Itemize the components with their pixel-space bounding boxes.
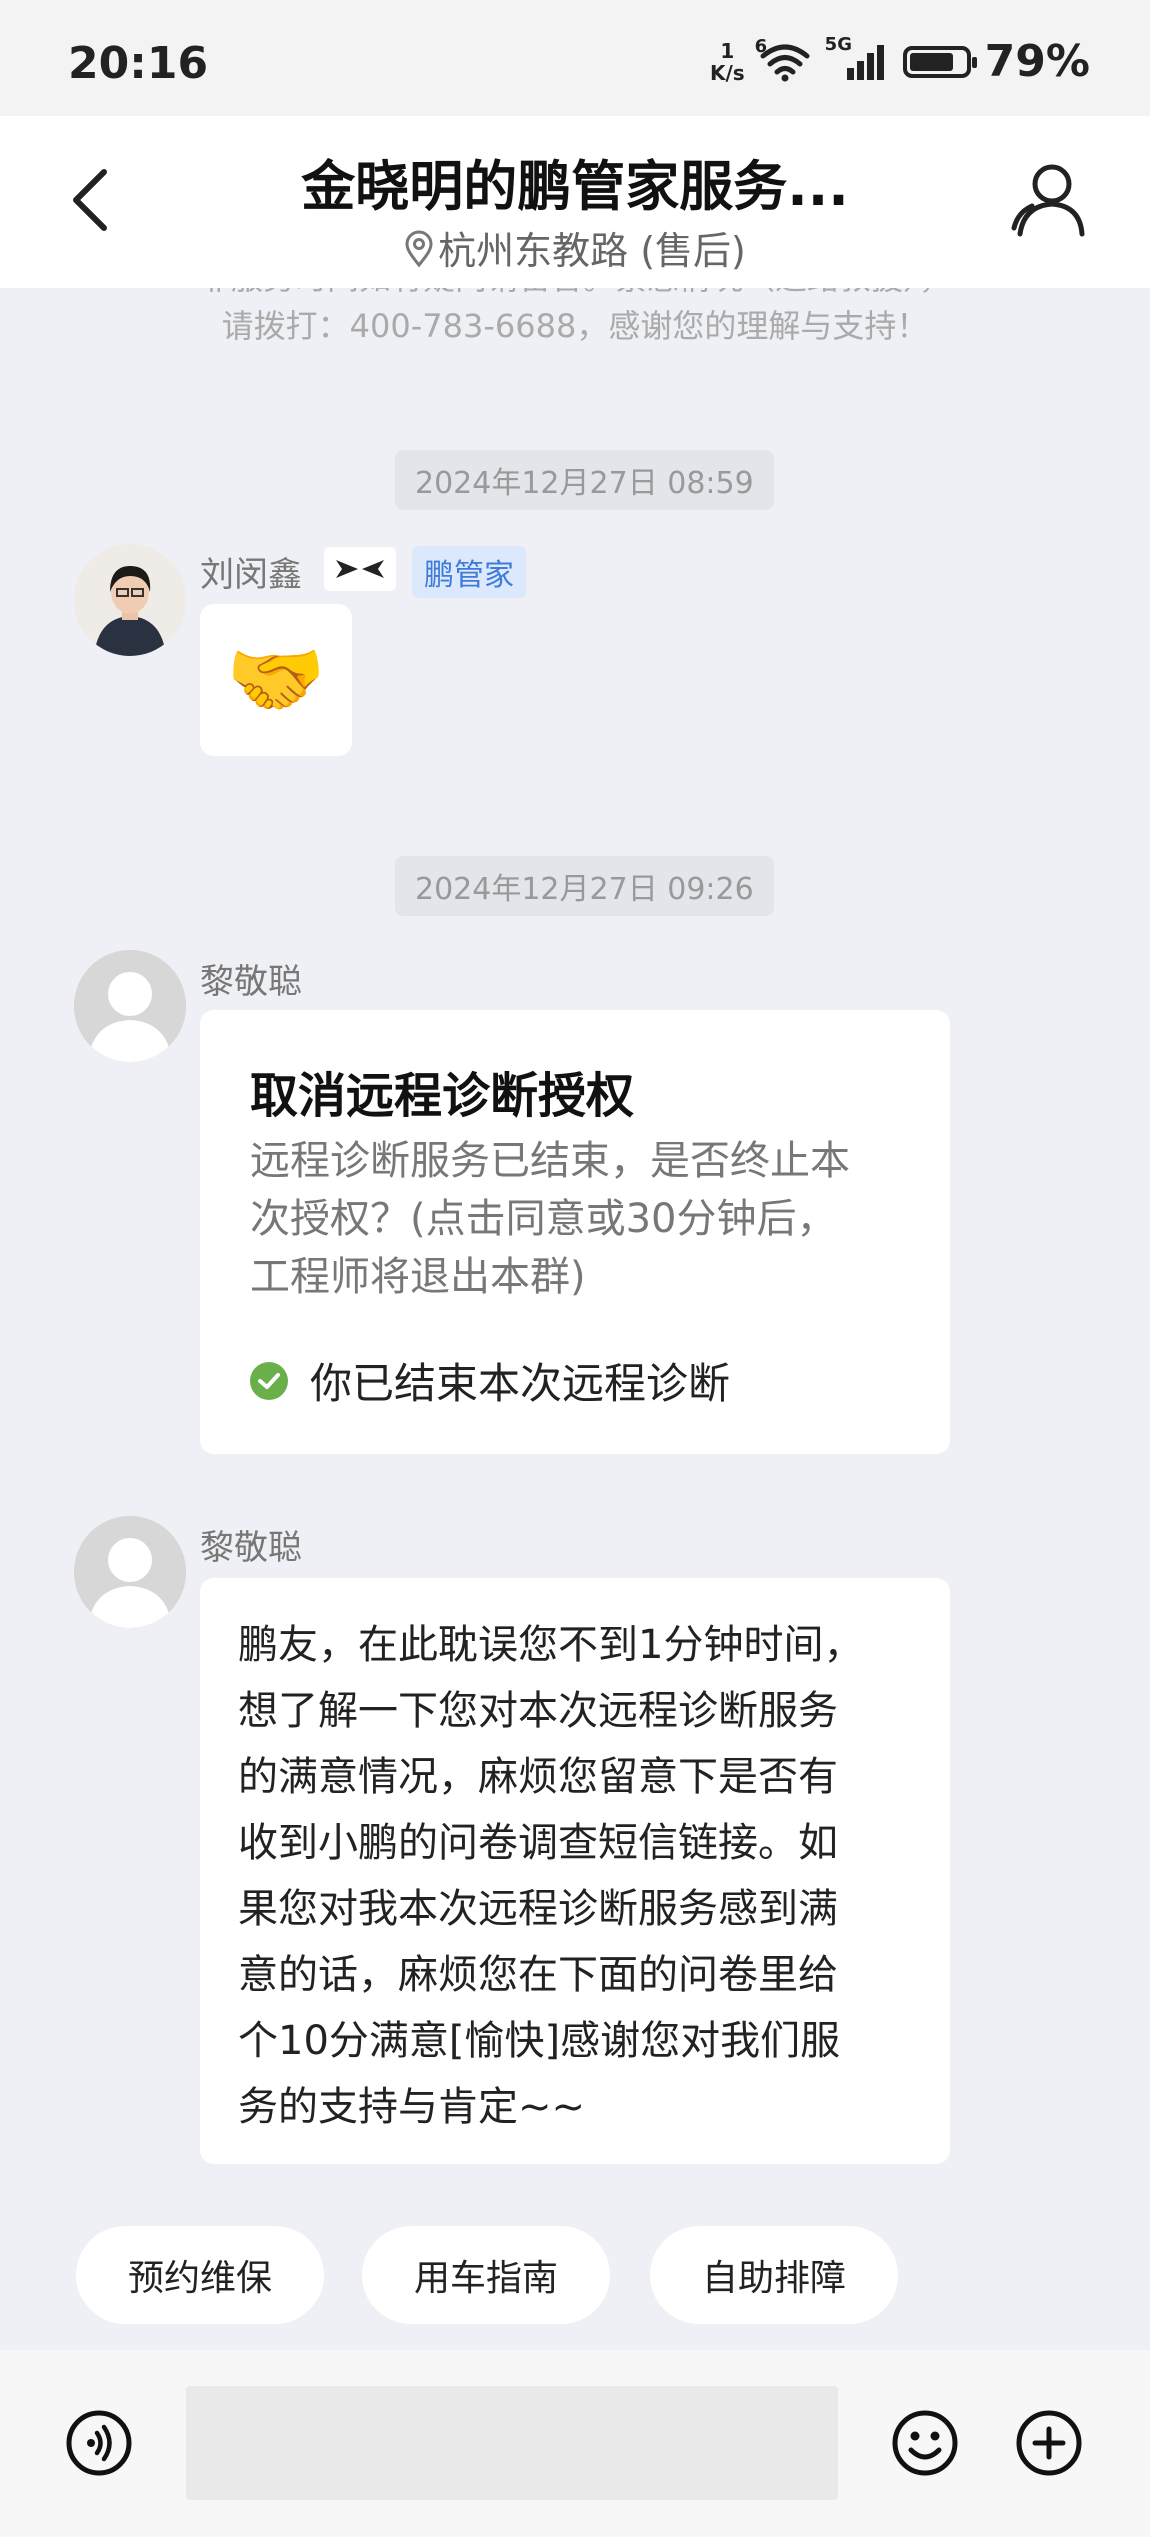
battery-icon xyxy=(902,45,977,78)
sender-name: 刘闵鑫 xyxy=(200,555,302,595)
message-line: 意的话，麻烦您在下面的问卷里给 xyxy=(238,1952,838,1998)
message-timestamp: 2024年12月27日 09:26 xyxy=(395,856,774,916)
message-bubble[interactable]: 🤝 xyxy=(200,604,352,756)
emoji-button[interactable] xyxy=(890,2408,960,2478)
service-notice-line-2: 请拨打：400-783-6688，感谢您的理解与支持！ xyxy=(221,307,929,345)
message-line: 务的支持与肯定~~ xyxy=(238,2084,586,2130)
status-time: 20:16 xyxy=(68,38,209,89)
card-status: 你已结束本次远程诊断 xyxy=(250,1350,730,1411)
message-text: 鹏友，在此耽误您不到1分钟时间， 想了解一下您对本次远程诊断服务 的满意情况，麻… xyxy=(238,1612,928,2140)
location-pin-icon xyxy=(405,230,433,268)
avatar[interactable] xyxy=(74,950,186,1062)
default-avatar-icon xyxy=(74,950,186,1062)
wifi-tag: 6 xyxy=(754,35,768,57)
message-line: 个10分满意[愉快]感谢您对我们服 xyxy=(238,2018,841,2064)
avatar[interactable] xyxy=(74,1516,186,1628)
message-line: 收到小鹏的问卷调查短信链接。如 xyxy=(238,1820,838,1866)
plus-circle-icon xyxy=(1016,2410,1082,2476)
message-line: 想了解一下您对本次远程诊断服务 xyxy=(238,1688,838,1734)
card-status-text: 你已结束本次远程诊断 xyxy=(310,1359,731,1408)
message-timestamp: 2024年12月27日 08:59 xyxy=(395,450,774,510)
role-badge: 鹏管家 xyxy=(412,546,526,598)
group-members-button[interactable] xyxy=(1010,160,1090,240)
service-notice: 非服务时间如有疑问请留言。紧急情况（道路救援）， 请拨打：400-783-668… xyxy=(0,288,1150,348)
avatar[interactable] xyxy=(74,544,186,656)
store-location-text: 杭州东教路 (售后) xyxy=(438,229,746,273)
card-body: 远程诊断服务已结束，是否终止本 次授权？(点击同意或30分钟后， 工程师将退出本… xyxy=(250,1132,930,1306)
message-input[interactable] xyxy=(186,2386,838,2500)
card-body-line: 工程师将退出本群) xyxy=(250,1254,586,1300)
sender-name: 黎敬聪 xyxy=(200,1528,302,1568)
handshake-emoji-icon: 🤝 xyxy=(226,633,326,726)
message-line: 的满意情况，麻烦您留意下是否有 xyxy=(238,1754,838,1800)
xpeng-logo-icon xyxy=(336,560,384,578)
battery-percent: 79% xyxy=(984,36,1090,87)
network-speed: 1 K/s xyxy=(710,40,745,84)
voice-input-button[interactable] xyxy=(64,2408,134,2478)
quick-action-user-guide[interactable]: 用车指南 xyxy=(362,2226,610,2324)
more-actions-button[interactable] xyxy=(1014,2408,1084,2478)
battery-level-fill xyxy=(909,52,953,71)
cell-tag: 5G xyxy=(824,33,852,55)
person-photo-icon xyxy=(74,544,186,656)
status-bar: 20:16 1 K/s 6 5G 79% xyxy=(0,0,1150,116)
network-speed-value: 1 xyxy=(720,38,735,63)
message-line: 果您对我本次远程诊断服务感到满 xyxy=(238,1886,838,1932)
chat-title: 金晓明的鹏管家服务... xyxy=(301,155,849,218)
quick-action-self-troubleshoot[interactable]: 自助排障 xyxy=(650,2226,898,2324)
cellular-signal-icon: 5G xyxy=(825,34,889,82)
service-notice-line-1: 非服务时间如有疑问请留言。紧急情况（道路救援）， xyxy=(0,288,1150,302)
person-icon xyxy=(1011,164,1085,237)
message-line: 鹏友，在此耽误您不到1分钟时间， xyxy=(238,1622,864,1668)
smiley-icon xyxy=(892,2410,958,2476)
message-bubble[interactable]: 鹏友，在此耽误您不到1分钟时间， 想了解一下您对本次远程诊断服务 的满意情况，麻… xyxy=(200,1578,950,2164)
sender-name: 黎敬聪 xyxy=(200,962,302,1002)
card-body-line: 远程诊断服务已结束，是否终止本 xyxy=(250,1138,850,1184)
authorization-card[interactable]: 取消远程诊断授权 远程诊断服务已结束，是否终止本 次授权？(点击同意或30分钟后… xyxy=(200,1010,950,1454)
check-circle-icon xyxy=(250,1361,288,1400)
card-title: 取消远程诊断授权 xyxy=(250,1068,635,1124)
network-speed-unit: K/s xyxy=(709,60,745,85)
status-indicators: 1 K/s 6 5G 79% xyxy=(710,34,1090,88)
wifi-icon: 6 xyxy=(755,36,811,82)
quick-action-maintenance[interactable]: 预约维保 xyxy=(76,2226,324,2324)
input-bar xyxy=(0,2350,1150,2537)
store-location: 杭州东教路 (售后) xyxy=(0,220,1150,275)
voice-icon xyxy=(66,2410,132,2476)
default-avatar-icon xyxy=(74,1516,186,1628)
chat-header: 金晓明的鹏管家服务... 杭州东教路 (售后) xyxy=(0,116,1150,288)
card-body-line: 次授权？(点击同意或30分钟后， xyxy=(250,1196,837,1242)
brand-logo-badge xyxy=(324,547,396,591)
